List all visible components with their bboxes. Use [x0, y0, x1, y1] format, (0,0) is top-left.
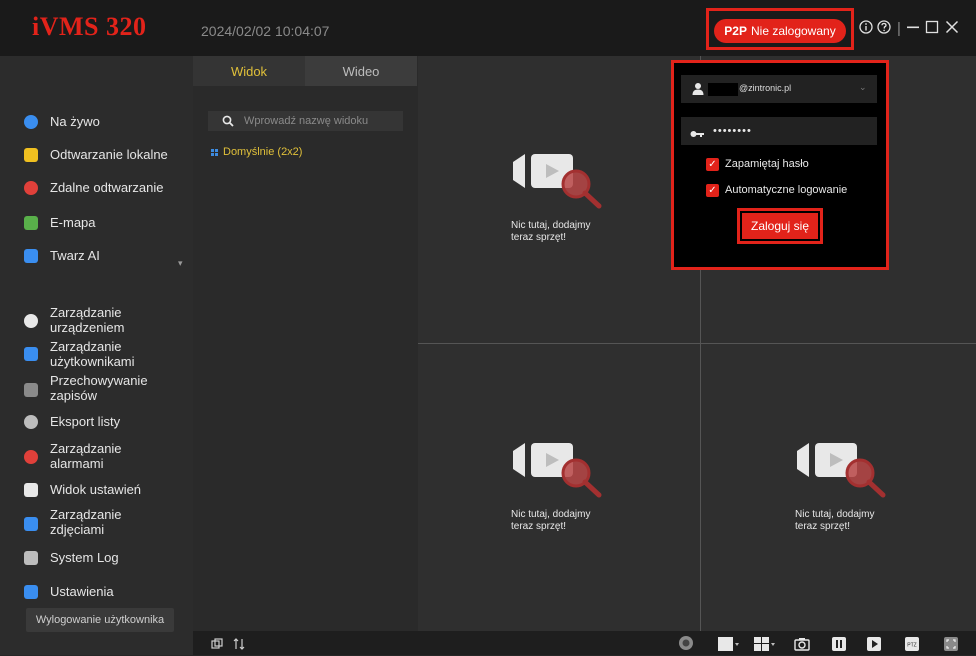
- default-view-label: Domyślnie (2x2): [223, 146, 303, 158]
- sidebar-item-face-ai[interactable]: Twarz AI: [0, 246, 193, 266]
- password-field[interactable]: [681, 117, 877, 145]
- system-log-icon: [24, 551, 38, 565]
- user-icon: [692, 82, 704, 100]
- sidebar-item-storage[interactable]: Przechowywanie zapisów: [0, 372, 193, 406]
- grid-layout-icon: [211, 148, 218, 156]
- user-manage-icon: [24, 347, 38, 361]
- view-search-input[interactable]: [244, 112, 399, 130]
- sidebar-item-system-log[interactable]: System Log: [0, 548, 193, 568]
- storage-icon: [24, 383, 38, 397]
- sidebar-item-label: Zarządzanie alarmami: [50, 441, 122, 471]
- sidebar-item-label: Widok ustawień: [50, 482, 142, 497]
- view-settings-icon: [24, 483, 38, 497]
- live-view-icon: [24, 115, 38, 129]
- sidebar-item-label: Zarządzanie urządzeniem: [50, 305, 125, 335]
- chevron-down-icon[interactable]: ⌄: [859, 82, 867, 93]
- local-playback-icon: [24, 148, 38, 162]
- remote-playback-icon: [24, 181, 38, 195]
- tab-video[interactable]: Wideo: [305, 56, 417, 86]
- sidebar-item-settings[interactable]: Ustawienia: [0, 582, 193, 602]
- maximize-icon[interactable]: [924, 20, 940, 39]
- record-icon[interactable]: [678, 635, 694, 656]
- sort-icon[interactable]: [233, 637, 245, 655]
- emap-icon: [24, 216, 38, 230]
- key-icon: [690, 126, 704, 144]
- sidebar-item-photo-management[interactable]: Zarządzanie zdjęciami: [0, 506, 193, 540]
- sidebar-item-label: Zarządzanie użytkownikami: [50, 339, 135, 369]
- sidebar-item-label: Ustawienia: [50, 584, 114, 599]
- username-value: @zintronic.pl: [739, 83, 792, 93]
- remember-password-label: Zapamiętaj hasło: [725, 158, 809, 170]
- empty-camera-icon: [513, 443, 602, 498]
- sidebar-item-emap[interactable]: E-mapa: [0, 213, 193, 233]
- username-redaction: [708, 83, 738, 96]
- sidebar-item-user-management[interactable]: Zarządzanie użytkownikami: [0, 338, 193, 372]
- sidebar-item-live[interactable]: Na żywo: [0, 112, 193, 132]
- face-ai-icon: [24, 249, 38, 263]
- device-manage-icon: [24, 314, 38, 328]
- minimize-icon[interactable]: [905, 20, 921, 39]
- close-icon[interactable]: [944, 20, 960, 39]
- export-list-icon: [24, 415, 38, 429]
- sidebar-item-view-settings[interactable]: Widok ustawień: [0, 480, 193, 500]
- p2p-login-button[interactable]: P2P Nie zalogowany: [714, 19, 846, 43]
- password-value: ••••••••: [713, 125, 752, 137]
- video-cell-4[interactable]: Nic tutaj, dodajmy teraz sprzęt!: [795, 443, 925, 543]
- svg-text:PTZ: PTZ: [907, 643, 916, 649]
- empty-camera-icon: [797, 443, 886, 498]
- info-icon[interactable]: [858, 20, 874, 39]
- empty-cell-text: Nic tutaj, dodajmy teraz sprzęt!: [511, 220, 591, 243]
- sidebar-item-label: Przechowywanie zapisów: [50, 373, 148, 403]
- sidebar-item-label: E-mapa: [50, 215, 96, 230]
- login-button[interactable]: Zaloguj się: [742, 213, 818, 239]
- sidebar-item-local-playback[interactable]: Odtwarzanie lokalne: [0, 145, 193, 165]
- sidebar-item-label: Na żywo: [50, 114, 100, 129]
- grid-divider-horizontal: [418, 343, 976, 344]
- default-view-item[interactable]: Domyślnie (2x2): [211, 146, 302, 158]
- chevron-down-icon[interactable]: ▾: [178, 258, 183, 269]
- sidebar-item-label: Odtwarzanie lokalne: [50, 147, 168, 162]
- sidebar-item-export-list[interactable]: Eksport listy: [0, 412, 193, 432]
- p2p-badge: P2P: [724, 24, 747, 38]
- snapshot-icon[interactable]: [794, 637, 810, 656]
- datetime-display: 2024/02/02 10:04:07: [201, 23, 330, 39]
- photo-manage-icon: [24, 517, 38, 531]
- settings-icon: [24, 585, 38, 599]
- sidebar-item-device-management[interactable]: Zarządzanie urządzeniem: [0, 303, 193, 339]
- window-icon[interactable]: [211, 637, 223, 655]
- alarm-icon: [24, 450, 38, 464]
- sidebar-item-label: Eksport listy: [50, 414, 121, 429]
- search-icon: [222, 114, 236, 128]
- layout-grid-icon[interactable]: [754, 637, 776, 656]
- sidebar-item-label: Twarz AI: [50, 248, 100, 263]
- sidebar-item-label: Zarządzanie zdjęciami: [50, 507, 122, 537]
- app-logo: iVMS 320: [32, 12, 147, 41]
- tab-view[interactable]: Widok: [193, 56, 305, 86]
- pause-icon[interactable]: [832, 637, 846, 656]
- play-icon[interactable]: [867, 637, 881, 656]
- sidebar-item-remote-playback[interactable]: Zdalne odtwarzanie: [0, 178, 193, 198]
- ptz-icon[interactable]: PTZ: [905, 637, 919, 656]
- video-cell-1[interactable]: Nic tutaj, dodajmy teraz sprzęt!: [511, 154, 641, 254]
- auto-login-label: Automatyczne logowanie: [725, 184, 848, 196]
- bottom-toolbar: [193, 631, 976, 655]
- sidebar-item-label: Zdalne odtwarzanie: [50, 180, 164, 195]
- sidebar-item-alarm-management[interactable]: Zarządzanie alarmami: [0, 440, 193, 474]
- fullscreen-icon[interactable]: [944, 637, 958, 656]
- view-panel: [193, 56, 418, 631]
- empty-camera-icon: [513, 154, 602, 209]
- remember-password-checkbox[interactable]: ✓: [706, 158, 719, 171]
- empty-cell-text: Nic tutaj, dodajmy teraz sprzęt!: [795, 509, 875, 532]
- auto-login-checkbox[interactable]: ✓: [706, 184, 719, 197]
- logout-button[interactable]: Wylogowanie użytkownika: [26, 608, 174, 632]
- help-icon[interactable]: [876, 20, 892, 39]
- divider-icon: |: [897, 20, 901, 37]
- video-cell-3[interactable]: Nic tutaj, dodajmy teraz sprzęt!: [511, 443, 641, 543]
- view-search-box: [208, 111, 403, 131]
- empty-cell-text: Nic tutaj, dodajmy teraz sprzęt!: [511, 509, 591, 532]
- layout-single-icon[interactable]: [718, 637, 740, 656]
- p2p-status: Nie zalogowany: [750, 24, 836, 38]
- sidebar-item-label: System Log: [50, 550, 119, 565]
